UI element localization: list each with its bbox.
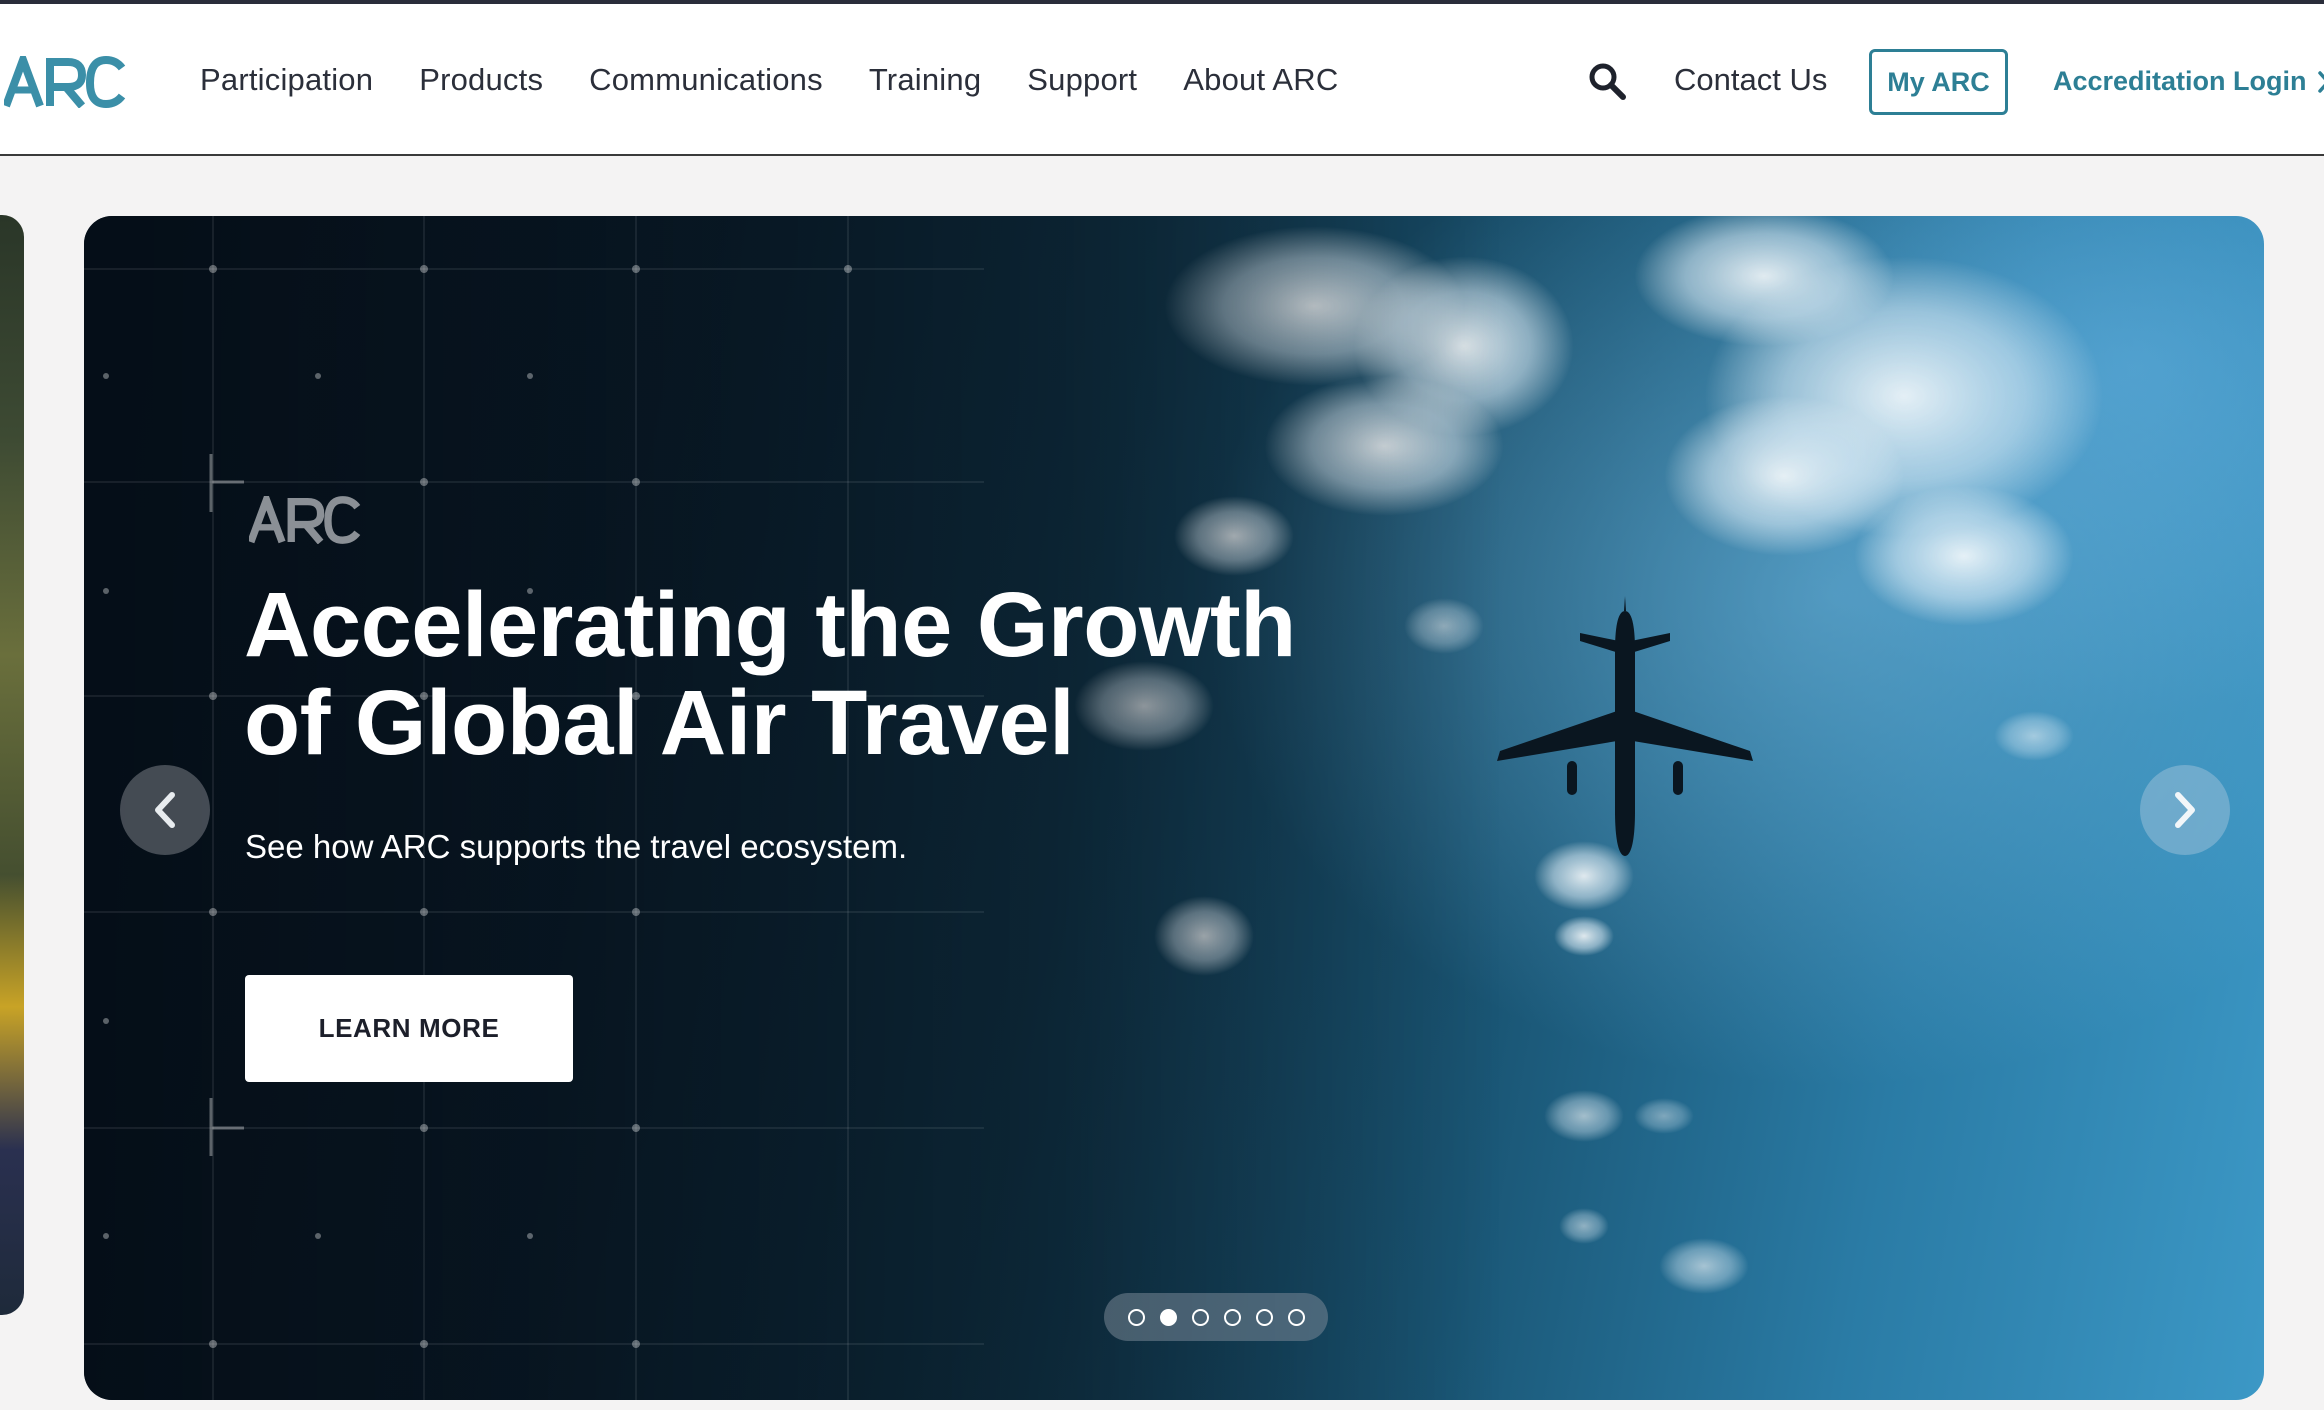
nav-item-support[interactable]: Support	[1027, 62, 1137, 98]
chevron-right-icon	[2175, 792, 2195, 828]
previous-slide-peek[interactable]	[0, 215, 24, 1315]
nav-item-participation[interactable]: Participation	[200, 62, 373, 98]
main-nav: Participation Products Communications Tr…	[200, 4, 1338, 156]
search-icon[interactable]	[1588, 62, 1626, 100]
chevron-right-icon	[2317, 70, 2324, 93]
hero-background	[84, 216, 2264, 1400]
chevron-left-icon	[155, 792, 175, 828]
nav-item-about-arc[interactable]: About ARC	[1183, 62, 1338, 98]
hero-subtext: See how ARC supports the travel ecosyste…	[245, 828, 908, 865]
carousel-next-button[interactable]	[2140, 765, 2230, 855]
nav-item-training[interactable]: Training	[869, 62, 981, 98]
accreditation-login-label: Accreditation Login	[2053, 66, 2307, 96]
hero-headline-line2: of Global Air Travel	[244, 672, 1075, 774]
carousel-prev-button[interactable]	[120, 765, 210, 855]
arc-logo[interactable]	[4, 52, 126, 112]
hero-carousel-slide: Accelerating the Growth of Global Air Tr…	[84, 216, 2264, 1400]
nav-item-communications[interactable]: Communications	[589, 62, 823, 98]
carousel-dot-3[interactable]	[1191, 1308, 1209, 1326]
site-header: Participation Products Communications Tr…	[0, 0, 2324, 156]
learn-more-button[interactable]: LEARN MORE	[245, 975, 573, 1082]
carousel-dot-5[interactable]	[1255, 1308, 1273, 1326]
carousel-dot-1[interactable]	[1127, 1308, 1145, 1326]
accreditation-login-link[interactable]: Accreditation Login	[2053, 66, 2324, 97]
carousel-dot-2[interactable]	[1159, 1308, 1177, 1326]
my-arc-button[interactable]: My ARC	[1869, 49, 2008, 115]
contact-us-link[interactable]: Contact Us	[1674, 62, 1827, 98]
carousel-dot-4[interactable]	[1223, 1308, 1241, 1326]
arc-brand-mark	[249, 496, 361, 544]
hero-headline-line1: Accelerating the Growth	[244, 574, 1296, 676]
carousel-dot-6[interactable]	[1287, 1308, 1305, 1326]
nav-item-products[interactable]: Products	[419, 62, 543, 98]
arc-logo-mark	[4, 56, 126, 108]
carousel-pagination	[1104, 1293, 1328, 1341]
hero-headline: Accelerating the Growth of Global Air Tr…	[244, 576, 1344, 772]
